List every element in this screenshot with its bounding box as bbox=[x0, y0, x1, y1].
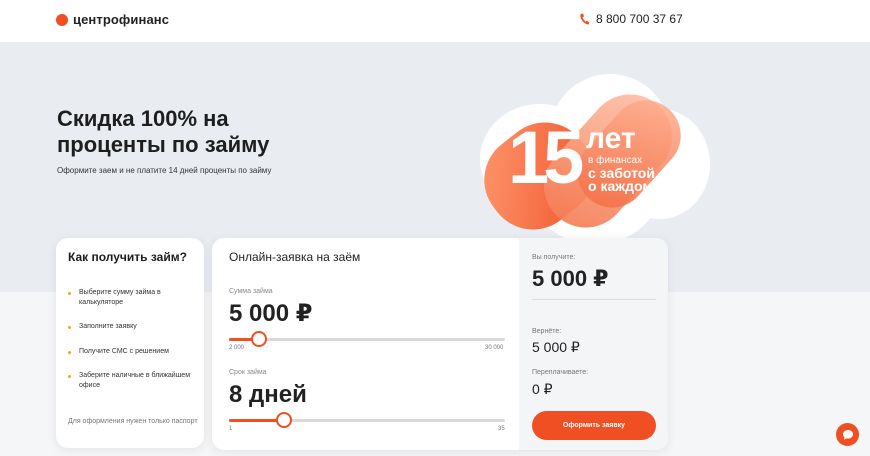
chat-button[interactable] bbox=[836, 423, 859, 446]
how-to-title: Как получить займ? bbox=[68, 250, 187, 264]
site-header: центрофинанс 8 800 700 37 67 bbox=[0, 0, 870, 42]
promo-line-3: о каждом bbox=[588, 178, 653, 194]
step-text: Выберите сумму займа в калькуляторе bbox=[79, 289, 161, 306]
step-text: Заполните заявку bbox=[79, 323, 137, 330]
form-title: Онлайн-заявка на заём bbox=[229, 250, 361, 264]
return-value: 5 000 ₽ bbox=[532, 339, 580, 355]
how-to-step: Выберите сумму займа в калькуляторе bbox=[68, 288, 198, 308]
overpay-label: Переплачиваете: bbox=[532, 369, 589, 376]
receive-value: 5 000 ₽ bbox=[532, 266, 609, 291]
hero-subtitle: Оформите заем и не платите 14 дней проце… bbox=[57, 166, 272, 175]
logo-text: центрофинанс bbox=[73, 12, 170, 27]
amount-min: 2 000 bbox=[229, 345, 245, 351]
how-to-step: Получите СМС с решением bbox=[68, 347, 198, 357]
submit-application-button[interactable]: Оформить заявку bbox=[532, 411, 656, 440]
receive-label: Вы получите: bbox=[532, 254, 576, 261]
promo-number: 15 bbox=[508, 116, 584, 199]
loan-summary: Вы получите: 5 000 ₽ Вернёте: 5 000 ₽ Пе… bbox=[519, 238, 668, 450]
divider bbox=[532, 299, 656, 300]
slider-handle[interactable] bbox=[250, 331, 267, 347]
slider-handle[interactable] bbox=[276, 412, 293, 428]
term-label: Срок займа bbox=[229, 369, 267, 376]
passport-note: Для оформления нужен только паспорт bbox=[68, 418, 198, 425]
chat-icon bbox=[842, 429, 853, 440]
logo[interactable]: центрофинанс bbox=[56, 12, 169, 27]
term-max: 35 bbox=[498, 426, 505, 432]
amount-slider[interactable] bbox=[229, 329, 505, 349]
phone-number: 8 800 700 37 67 bbox=[596, 12, 683, 26]
how-to-card: Как получить займ? bbox=[56, 238, 204, 448]
logo-dot-icon bbox=[56, 13, 68, 26]
amount-max: 30 000 bbox=[485, 345, 504, 351]
hero-title: Скидка 100% на проценты по займу bbox=[57, 106, 270, 157]
phone-icon bbox=[580, 13, 590, 24]
term-min: 1 bbox=[229, 426, 233, 432]
bullet-icon bbox=[68, 326, 71, 329]
return-label: Вернёте: bbox=[532, 328, 562, 335]
promo-years: лет bbox=[586, 122, 636, 155]
bullet-icon bbox=[68, 351, 71, 354]
phone-link[interactable]: 8 800 700 37 67 bbox=[579, 12, 683, 26]
how-to-step: Заполните заявку bbox=[68, 322, 198, 332]
term-value: 8 дней bbox=[229, 381, 307, 408]
overpay-value: 0 ₽ bbox=[532, 381, 553, 397]
amount-label: Сумма займа bbox=[229, 288, 273, 295]
term-slider[interactable] bbox=[229, 410, 505, 430]
step-text: Заберите наличные в ближайшем офисе bbox=[79, 372, 191, 389]
step-text: Получите СМС с решением bbox=[79, 348, 169, 355]
slider-track[interactable] bbox=[229, 338, 505, 341]
bullet-icon bbox=[68, 375, 71, 378]
loan-form-card: Онлайн-заявка на заём Сумма займа 5 000 … bbox=[212, 238, 668, 450]
bullet-icon bbox=[68, 292, 71, 295]
how-to-step: Заберите наличные в ближайшем офисе bbox=[68, 371, 198, 391]
amount-value: 5 000 ₽ bbox=[229, 300, 313, 327]
